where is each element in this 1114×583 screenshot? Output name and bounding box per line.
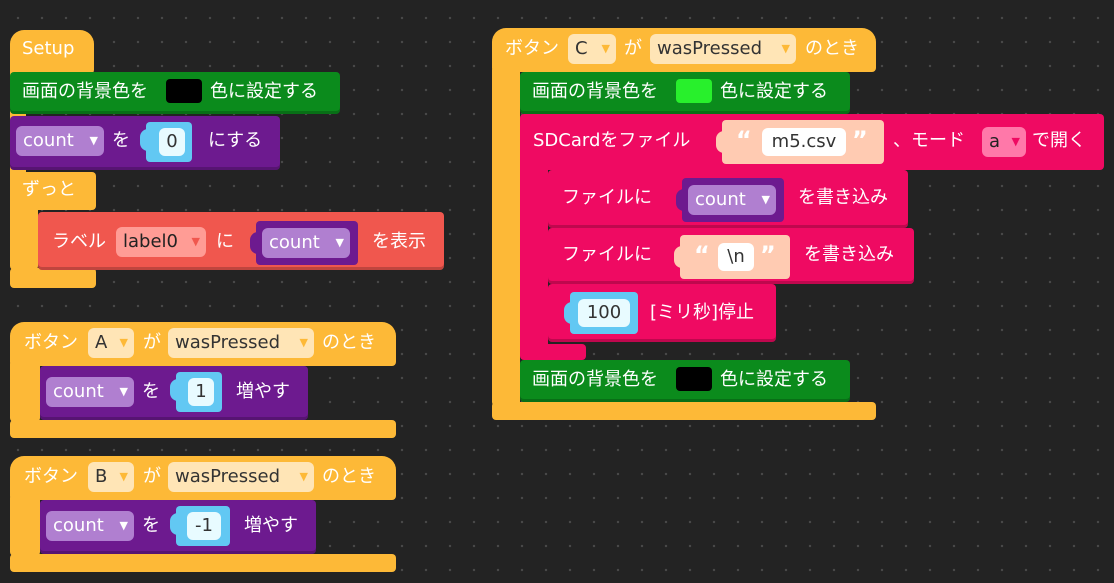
button-b-bottom [10,554,396,572]
setup-bg-prefix: 画面の背景色を [22,81,148,102]
button-a-bottom [10,420,396,438]
close-quote-icon: ” [852,126,868,154]
chevron-down-icon: ▼ [89,134,98,147]
close-quote-icon: ” [760,241,776,269]
button-c-bg2-prefix: 画面の背景色を [532,369,658,390]
label-mid: に [216,231,234,252]
write2-prefix: ファイルに [562,244,652,265]
write2-string-field[interactable]: \n [718,243,754,271]
chevron-down-icon: ▼ [601,42,610,55]
button-a-prefix: ボタン [24,332,78,353]
plug-notch [140,129,152,151]
sdcard-prefix: SDCardをファイル [533,130,691,151]
write2-suffix: を書き込み [804,244,894,265]
button-b-action: 増やす [244,515,298,536]
chevron-down-icon: ▼ [781,42,790,55]
button-c-event-dropdown[interactable]: wasPressed ▼ [650,34,796,64]
button-c-suffix: のとき [805,38,859,59]
button-a-number-field[interactable]: 1 [188,378,214,406]
chevron-down-icon: ▼ [1011,135,1020,148]
button-c-bg1-prefix: 画面の背景色を [532,81,658,102]
chevron-down-icon: ▼ [761,193,770,206]
button-b-var-mid: を [142,515,160,536]
button-a-suffix: のとき [322,332,376,353]
button-c-prefix: ボタン [505,38,559,59]
button-c-bg2-suffix: 色に設定する [720,369,828,390]
chevron-down-icon: ▼ [191,235,200,248]
sdcard-open-spine [520,164,548,354]
button-c-bg2-swatch[interactable] [676,367,712,391]
button-a-var-mid: を [142,381,160,402]
chevron-down-icon: ▼ [299,336,308,349]
sdcard-suffix: で開く [1032,130,1086,151]
button-b-suffix: のとき [322,466,376,487]
sdcard-open-bottom [520,344,586,360]
button-b-dropdown[interactable]: B ▼ [88,462,134,492]
write1-prefix: ファイルに [562,187,652,208]
label-prefix: ラベル [52,231,106,252]
chevron-down-icon: ▼ [119,385,128,398]
forever-spine [10,200,38,270]
button-b-prefix: ボタン [24,466,78,487]
sdcard-mode-label: 、モード [893,130,965,151]
plug-notch [676,189,688,211]
sleep-suffix: [ミリ秒]停止 [650,302,755,323]
write1-suffix: を書き込み [798,187,888,208]
button-c-spine [492,66,520,406]
button-c-bg1-swatch[interactable] [676,79,712,103]
button-b-var-dropdown[interactable]: count ▼ [46,511,134,541]
button-b-mid: が [143,466,161,487]
button-c-dropdown[interactable]: C ▼ [568,34,616,64]
plug-notch [674,246,686,268]
label-name-dropdown[interactable]: label0 ▼ [116,227,206,257]
button-a-dropdown[interactable]: A ▼ [88,328,134,358]
chevron-down-icon: ▼ [335,236,344,249]
label-suffix: を表示 [372,231,426,252]
setup-title: Setup [22,38,75,59]
label-var-dropdown[interactable]: count ▼ [262,228,350,258]
button-a-var-dropdown[interactable]: count ▼ [46,377,134,407]
button-c-bg1-suffix: 色に設定する [720,81,828,102]
button-c-bottom [492,402,876,420]
sdcard-mode-dropdown[interactable]: a ▼ [982,127,1026,157]
write1-var-dropdown[interactable]: count ▼ [688,185,776,215]
open-quote-icon: “ [694,241,710,269]
forever-bottom [10,268,96,288]
chevron-down-icon: ▼ [119,519,128,532]
setup-set-suffix: にする [208,130,263,151]
forever-label: ずっと [22,179,76,200]
sdcard-filename-field[interactable]: m5.csv [762,128,846,156]
button-b-spine [10,494,40,556]
sleep-number-field[interactable]: 100 [578,299,630,327]
button-a-spine [10,360,40,422]
button-b-number-field[interactable]: -1 [187,512,221,540]
button-a-mid: が [143,332,161,353]
plug-notch [170,379,182,401]
open-quote-icon: “ [736,126,752,154]
chevron-down-icon: ▼ [119,470,128,483]
setup-number-field[interactable]: 0 [159,128,185,156]
chevron-down-icon: ▼ [299,470,308,483]
plug-notch [250,232,262,254]
plug-notch [170,513,182,535]
setup-var-dropdown[interactable]: count ▼ [16,126,104,156]
button-a-action: 増やす [236,381,290,402]
chevron-down-icon: ▼ [119,336,128,349]
plug-notch [716,131,728,153]
button-a-event-dropdown[interactable]: wasPressed ▼ [168,328,314,358]
plug-notch [564,302,576,324]
button-c-mid: が [624,38,642,59]
setup-set-mid: を [112,130,130,151]
setup-bg-suffix: 色に設定する [210,81,318,102]
button-b-event-dropdown[interactable]: wasPressed ▼ [168,462,314,492]
setup-bg-swatch[interactable] [166,79,202,103]
